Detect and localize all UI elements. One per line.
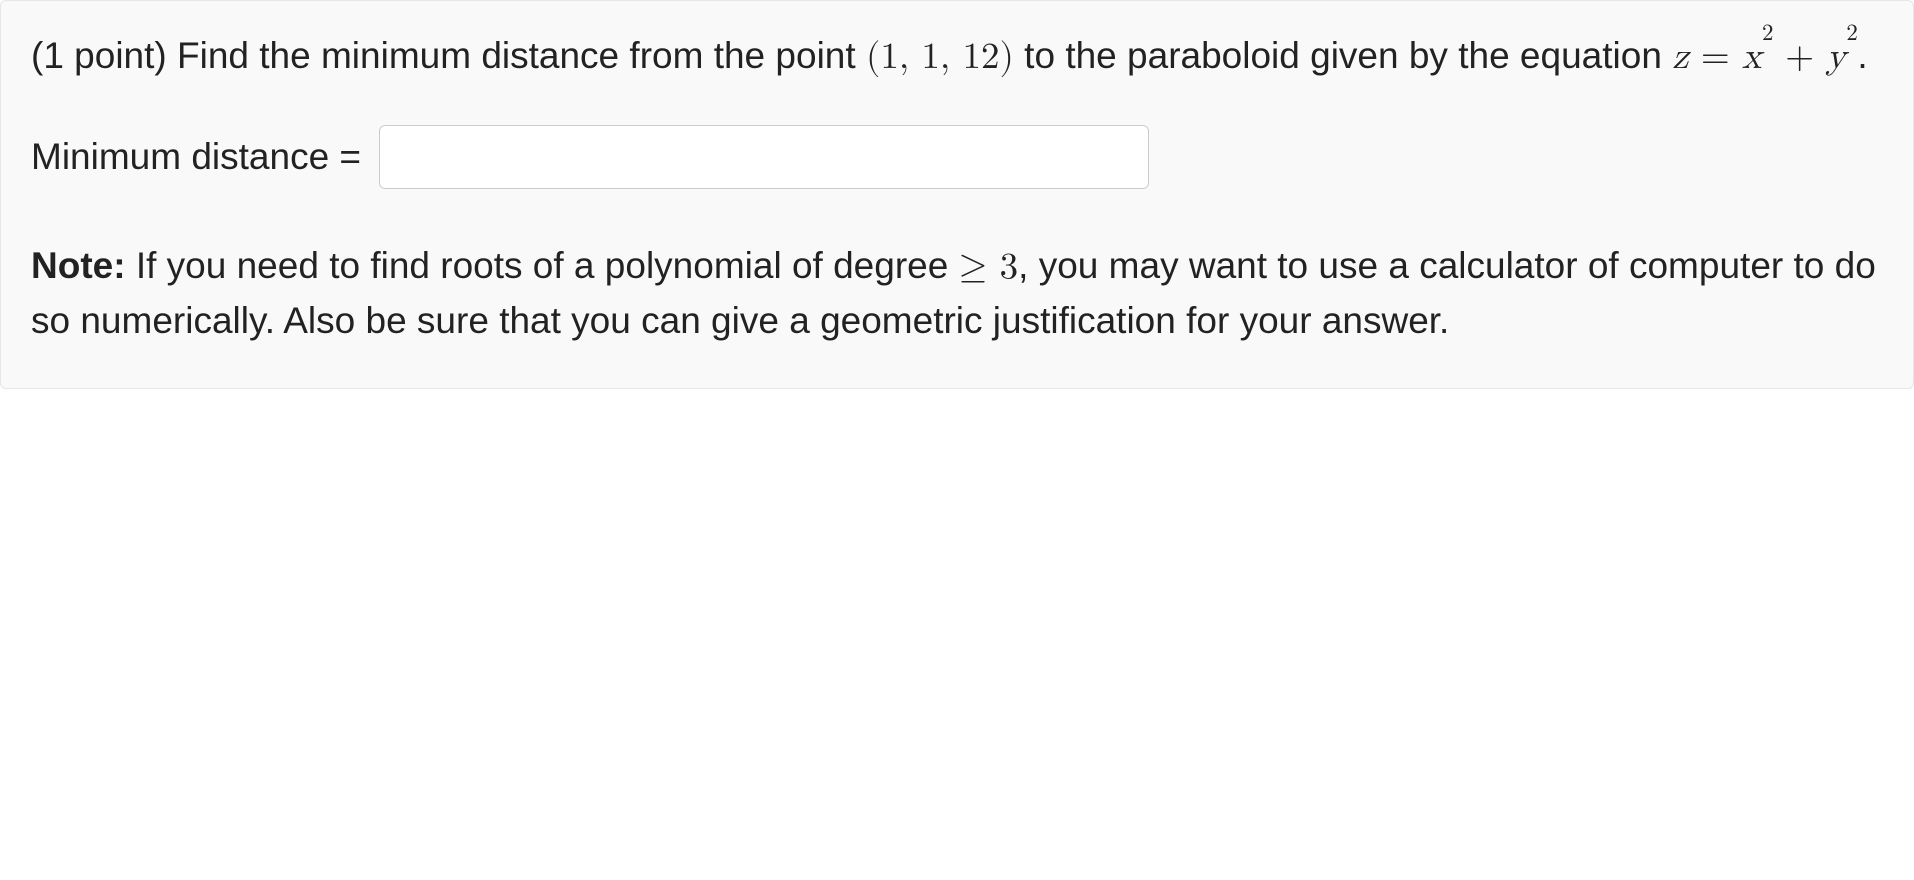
paren-open: ( [866,39,880,76]
point-tuple: (1, 1, 12) [866,39,1014,76]
point-sep-1: , [899,39,922,76]
problem-text-2: to the paraboloid given by the equation [1014,35,1672,76]
plus-sign: + [1773,39,1826,76]
problem-statement: (1 point) Find the minimum distance from… [31,29,1883,85]
degree-three: 3 [987,249,1018,286]
point-y: 1 [921,39,940,76]
answer-label: Minimum distance = [31,130,361,184]
geq-symbol: ≥ [959,249,988,286]
paren-close: ) [1000,39,1014,76]
var-y: y [1826,39,1846,76]
problem-text-1: Find the minimum distance from the point [177,35,866,76]
note-label: Note: [31,245,126,286]
minimum-distance-input[interactable] [379,125,1149,189]
equation: z = x2 + y2 [1672,39,1857,76]
points-label: (1 point) [31,35,177,76]
note-text-1: If you need to find roots of a polynomia… [126,245,959,286]
exp-x: 2 [1762,23,1773,45]
problem-container: (1 point) Find the minimum distance from… [0,0,1914,389]
point-x: 1 [880,39,899,76]
var-x: x [1742,39,1762,76]
equals-sign: = [1689,39,1742,76]
var-z: z [1672,39,1688,76]
point-z: 12 [963,39,1000,76]
answer-row: Minimum distance = [31,125,1883,189]
note-paragraph: Note: If you need to find roots of a pol… [31,239,1883,348]
point-sep-2: , [940,39,963,76]
exp-y: 2 [1846,23,1857,45]
equation-period: . [1857,35,1867,76]
